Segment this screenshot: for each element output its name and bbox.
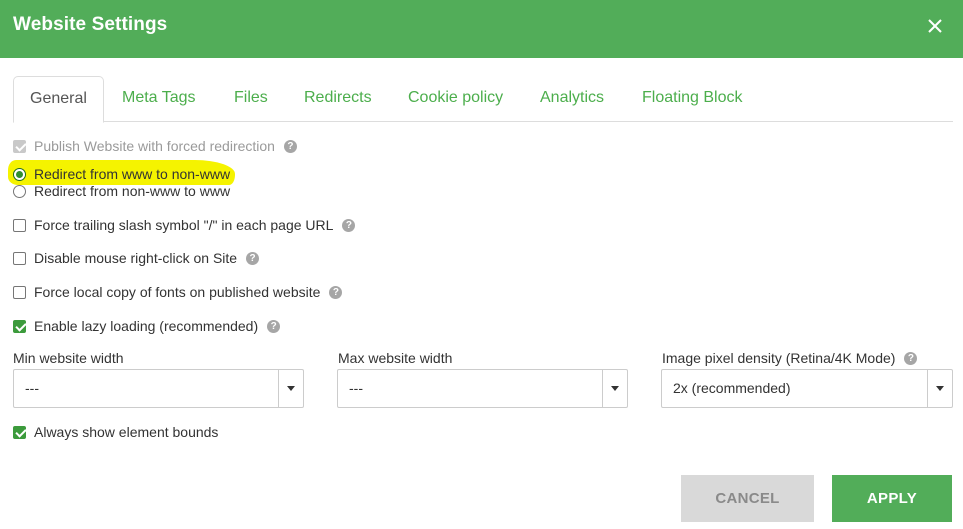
help-icon[interactable]: ? <box>342 218 356 232</box>
publish-forced-checkbox <box>13 139 26 153</box>
dialog-title: Website Settings <box>13 14 168 35</box>
tab-floating-block[interactable]: Floating Block <box>642 76 743 122</box>
trailing-slash-label: Force trailing slash symbol "/" in each … <box>34 217 334 233</box>
element-bounds-option[interactable]: Always show element bounds <box>13 424 218 440</box>
redirect-www-radio[interactable] <box>13 167 26 181</box>
pixel-density-label: Image pixel density (Retina/4K Mode) <box>662 350 896 366</box>
min-width-label: Min website width <box>13 350 124 366</box>
tab-redirects[interactable]: Redirects <box>304 76 372 122</box>
redirect-non-www-label: Redirect from non-www to www <box>34 183 231 199</box>
disable-right-click-option[interactable]: Disable mouse right-click on Site ? <box>13 250 260 266</box>
pixel-density-value: 2x (recommended) <box>673 380 791 396</box>
chevron-down-icon[interactable] <box>602 370 627 407</box>
disable-right-click-checkbox[interactable] <box>13 251 26 265</box>
publish-forced-option: Publish Website with forced redirection … <box>13 138 297 154</box>
trailing-slash-checkbox[interactable] <box>13 218 26 232</box>
redirect-non-www-radio[interactable] <box>13 184 26 198</box>
chevron-down-icon[interactable] <box>278 370 303 407</box>
element-bounds-checkbox[interactable] <box>13 425 26 439</box>
min-width-select[interactable]: --- <box>13 369 304 408</box>
redirect-www-option[interactable]: Redirect from www to non-www <box>13 166 230 182</box>
max-width-select[interactable]: --- <box>337 369 628 408</box>
redirect-non-www-option[interactable]: Redirect from non-www to www <box>13 183 230 199</box>
pixel-density-select[interactable]: 2x (recommended) <box>661 369 953 408</box>
chevron-down-icon[interactable] <box>927 370 952 407</box>
help-icon[interactable]: ? <box>329 285 343 299</box>
help-icon[interactable]: ? <box>283 139 297 153</box>
trailing-slash-option[interactable]: Force trailing slash symbol "/" in each … <box>13 217 356 233</box>
element-bounds-label: Always show element bounds <box>34 424 219 440</box>
local-fonts-label: Force local copy of fonts on published w… <box>34 284 321 300</box>
tab-general[interactable]: General <box>13 76 104 123</box>
pixel-density-label-group: Image pixel density (Retina/4K Mode) ? <box>662 350 918 366</box>
max-width-label: Max website width <box>338 350 453 366</box>
lazy-loading-checkbox[interactable] <box>13 319 26 333</box>
help-icon[interactable]: ? <box>267 319 281 333</box>
help-icon[interactable]: ? <box>246 251 260 265</box>
lazy-loading-label: Enable lazy loading (recommended) <box>34 318 259 334</box>
tab-cookie-policy[interactable]: Cookie policy <box>408 76 503 122</box>
redirect-www-label: Redirect from www to non-www <box>34 166 231 182</box>
max-width-value: --- <box>349 380 363 396</box>
local-fonts-option[interactable]: Force local copy of fonts on published w… <box>13 284 343 300</box>
tab-analytics[interactable]: Analytics <box>540 76 604 122</box>
dialog-header: Website Settings <box>0 0 963 58</box>
publish-forced-label: Publish Website with forced redirection <box>34 138 275 154</box>
close-icon[interactable] <box>922 13 948 39</box>
local-fonts-checkbox[interactable] <box>13 285 26 299</box>
min-width-value: --- <box>25 380 39 396</box>
cancel-button[interactable]: CANCEL <box>681 475 814 522</box>
help-icon[interactable]: ? <box>904 351 918 365</box>
disable-right-click-label: Disable mouse right-click on Site <box>34 250 238 266</box>
apply-button[interactable]: APPLY <box>832 475 952 522</box>
settings-tabs: General Meta Tags Files Redirects Cookie… <box>13 76 953 123</box>
tab-files[interactable]: Files <box>234 76 268 122</box>
lazy-loading-option[interactable]: Enable lazy loading (recommended) ? <box>13 318 281 334</box>
tab-meta-tags[interactable]: Meta Tags <box>122 76 196 122</box>
